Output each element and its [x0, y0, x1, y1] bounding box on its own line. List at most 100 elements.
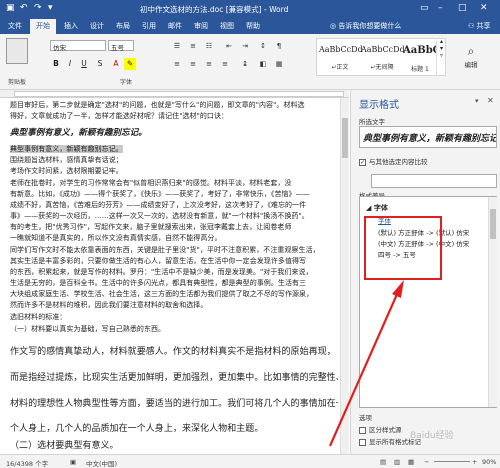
- tab-review[interactable]: 审阅: [194, 21, 208, 31]
- align-right-icon[interactable]: ≡: [202, 58, 216, 69]
- compare-checkbox[interactable]: ✓ 与其他选定内容比较: [359, 156, 428, 166]
- sort-icon[interactable]: ↕: [256, 40, 270, 51]
- bold-button[interactable]: B: [50, 58, 62, 70]
- checkbox-icon: [359, 438, 366, 446]
- pane-options-icon[interactable]: ▾: [475, 97, 479, 105]
- tab-mailings[interactable]: 邮件: [168, 21, 182, 31]
- tab-home[interactable]: 开始: [30, 19, 56, 34]
- doc-line: 题目审好后，第二步就是确定"选材"的问题，也就是"写什么"的问题，即文章的"内容…: [10, 101, 305, 109]
- doc-line: 事》——获奖的一次经历，……这样一次又一次的，选材没有新意，就"一个材料"换汤不…: [10, 212, 309, 220]
- decrease-indent-icon[interactable]: ⇤: [222, 40, 236, 51]
- doc-line: 有新意。比如，《成功》——得个获奖了，《快乐》——获奖了，考好了，非常快乐，《苦…: [10, 190, 310, 198]
- tell-me-box[interactable]: ◎ 告诉我你想要做什么: [330, 21, 401, 31]
- word-count[interactable]: 16/4398 个字: [6, 458, 48, 468]
- redo-icon[interactable]: ↷: [34, 3, 42, 13]
- web-layout-icon[interactable]: ▦: [408, 458, 414, 466]
- style-no-spacing[interactable]: AaBbCcDd ↵无间隔: [361, 42, 405, 74]
- align-left-icon[interactable]: ≡: [170, 58, 184, 69]
- close-button[interactable]: ✕: [480, 3, 488, 13]
- doc-line: 成绩不好，真苦恼，《苦难后的芬芳》——成绩变好了，上次没考好，这次考好了，《难忘…: [10, 201, 307, 209]
- doc-line: 然而许多不是材料的堆积，因此我们要注意材料的取舍和选择。: [10, 301, 208, 309]
- tab-help[interactable]: 帮助: [246, 21, 260, 31]
- quick-access-dropdown-icon[interactable]: ▾: [48, 3, 53, 13]
- document-page[interactable]: 题目审好后，第二步就是确定"选材"的问题，也就是"写什么"的问题，即文章的"内容…: [0, 98, 340, 454]
- scrollbar-thumb[interactable]: [342, 118, 348, 158]
- tab-references[interactable]: 引用: [142, 21, 156, 31]
- doc-line: 其实生活是丰富多彩的，只要你做生活的有心人，留意生活，在生活中你一定会发现许多值…: [10, 257, 307, 265]
- doc-line: 的东西，积累起来，就是写作的材料。罗丹："生活中不是缺少美，而是发现美。"对于我…: [10, 268, 313, 276]
- align-center-icon[interactable]: ≡: [186, 58, 200, 69]
- editing-button[interactable]: ⌕ 编辑: [456, 44, 486, 70]
- checkbox-icon: [359, 426, 366, 434]
- borders-icon[interactable]: ▦: [272, 58, 286, 69]
- doc-line: 考场作文时间紧，选材限期要记牢。: [10, 167, 123, 175]
- person-icon: ⚇: [468, 22, 477, 30]
- doc-line-highlighted: 典型事例有意义，新颖有趣别忘记。: [10, 145, 123, 153]
- doc-line: （二）选材要典型有意义。: [10, 441, 119, 451]
- show-marks-icon[interactable]: ¶: [272, 40, 286, 51]
- italic-button[interactable]: I: [64, 58, 76, 70]
- distinguish-style-checkbox[interactable]: 区分样式源: [359, 424, 402, 434]
- ribbon-display-icon[interactable]: ▭: [420, 3, 429, 13]
- font-color-icon[interactable]: A: [110, 58, 122, 70]
- font-name-select[interactable]: 仿宋: [50, 40, 106, 52]
- doc-line: 一瞧就知道不是真实的，所以作文没有真情实感，自然不能得高分。: [10, 234, 222, 242]
- pane-title: 显示格式: [359, 100, 399, 111]
- tab-view[interactable]: 视图: [220, 21, 234, 31]
- tab-file[interactable]: 文件: [8, 21, 22, 31]
- find-icon: ⌕: [467, 44, 475, 58]
- status-bar: 16/4398 个字 ▣ 中文(中国) ▤ ▥ ▦ − + 90%: [0, 454, 500, 468]
- tab-design[interactable]: 设计: [90, 21, 104, 31]
- doc-line: 围绕题旨选材料，感情真挚有话说；: [10, 156, 123, 164]
- save-icon[interactable]: ▣: [6, 3, 15, 13]
- print-layout-icon[interactable]: ▥: [394, 458, 400, 466]
- paste-button[interactable]: [6, 38, 28, 64]
- tab-insert[interactable]: 插入: [64, 21, 78, 31]
- diff-heading: ◢ 字体: [366, 204, 388, 212]
- styles-gallery: AaBbCcDd ↵正文 AaBbCcDd ↵无间隔 AaBbCcD 标题 1: [316, 38, 446, 76]
- bullets-icon[interactable]: ☰: [170, 40, 184, 51]
- pane-close-icon[interactable]: ✕: [487, 96, 494, 105]
- strikethrough-icon[interactable]: S: [94, 58, 106, 70]
- font-group-label: 字体: [120, 79, 133, 86]
- collapse-icon[interactable]: ◢: [366, 204, 374, 212]
- zoom-level[interactable]: 90%: [482, 458, 496, 466]
- zoom-in-button[interactable]: +: [472, 458, 477, 466]
- share-button[interactable]: ⚇ 共享: [468, 21, 491, 31]
- line-spacing-icon[interactable]: ↨: [238, 58, 252, 69]
- tab-layout[interactable]: 布局: [116, 21, 130, 31]
- ribbon-tabs: 文件 开始 插入 设计 布局 引用 邮件 审阅 视图 帮助 ◎ 告诉我你想要做什…: [0, 18, 500, 34]
- doc-line: 同学们写作文时不能太依靠表面的东西，关键是肚子里没"货"，平时不注意积累，不注重…: [10, 246, 320, 254]
- doc-line: 而是指经过提炼，比现实生活更加鲜明，更加强烈，更加集中。比如事情的完整性、: [10, 373, 338, 383]
- language-indicator[interactable]: 中文(中国): [86, 458, 117, 468]
- zoom-out-button[interactable]: −: [424, 458, 429, 466]
- underline-button[interactable]: U: [78, 58, 90, 70]
- justify-icon[interactable]: ≡: [218, 58, 232, 69]
- compare-text-box[interactable]: [371, 174, 497, 188]
- increase-indent-icon[interactable]: ⇥: [238, 40, 252, 51]
- diff-scrollbar[interactable]: [488, 197, 497, 407]
- styles-more-button[interactable]: ▴ ▾ ▿: [436, 38, 446, 76]
- doc-line: 个人身上，几个人的品质加在一个人身上，来深化人物和主题。: [10, 424, 264, 434]
- horizontal-ruler[interactable]: [0, 90, 349, 98]
- diff-scrollbar-thumb[interactable]: [490, 209, 496, 239]
- doc-line: 材料的理想性人物典型性等方面，要适当的进行加工。我们可将几个人的事情加在一: [10, 399, 338, 409]
- maximize-button[interactable]: □: [458, 3, 467, 13]
- proofing-icon[interactable]: ▣: [70, 458, 76, 466]
- shading-icon[interactable]: ◧: [256, 58, 270, 69]
- undo-icon[interactable]: ↶: [20, 3, 28, 13]
- document-scrollbar[interactable]: [340, 98, 349, 454]
- minimize-button[interactable]: –: [438, 3, 443, 13]
- style-normal[interactable]: AaBbCcDd ↵正文: [319, 42, 363, 74]
- font-size-select[interactable]: 五号: [108, 40, 134, 52]
- read-mode-icon[interactable]: ▤: [380, 458, 386, 466]
- doc-line: 作文写的感情真挚动人，材料就要感人。作文的材料真实不是指材料的原始再现，: [10, 347, 336, 357]
- multilevel-list-icon[interactable]: ☷: [202, 40, 216, 51]
- selected-text-box[interactable]: 典型事例有意义，新颖有趣别忘记。: [359, 126, 497, 148]
- highlight-icon[interactable]: ✎: [124, 58, 136, 70]
- style-heading-1[interactable]: AaBbCcD 标题 1: [403, 42, 437, 74]
- numbering-icon[interactable]: ≡: [186, 40, 200, 51]
- doc-line: 选旧材料的标准：: [10, 313, 67, 321]
- zoom-slider[interactable]: [434, 461, 470, 462]
- doc-line: 大块组成家庭生活、学校生活、社会生活，这三方面的生活都为我们提供了取之不尽的写作…: [10, 290, 314, 298]
